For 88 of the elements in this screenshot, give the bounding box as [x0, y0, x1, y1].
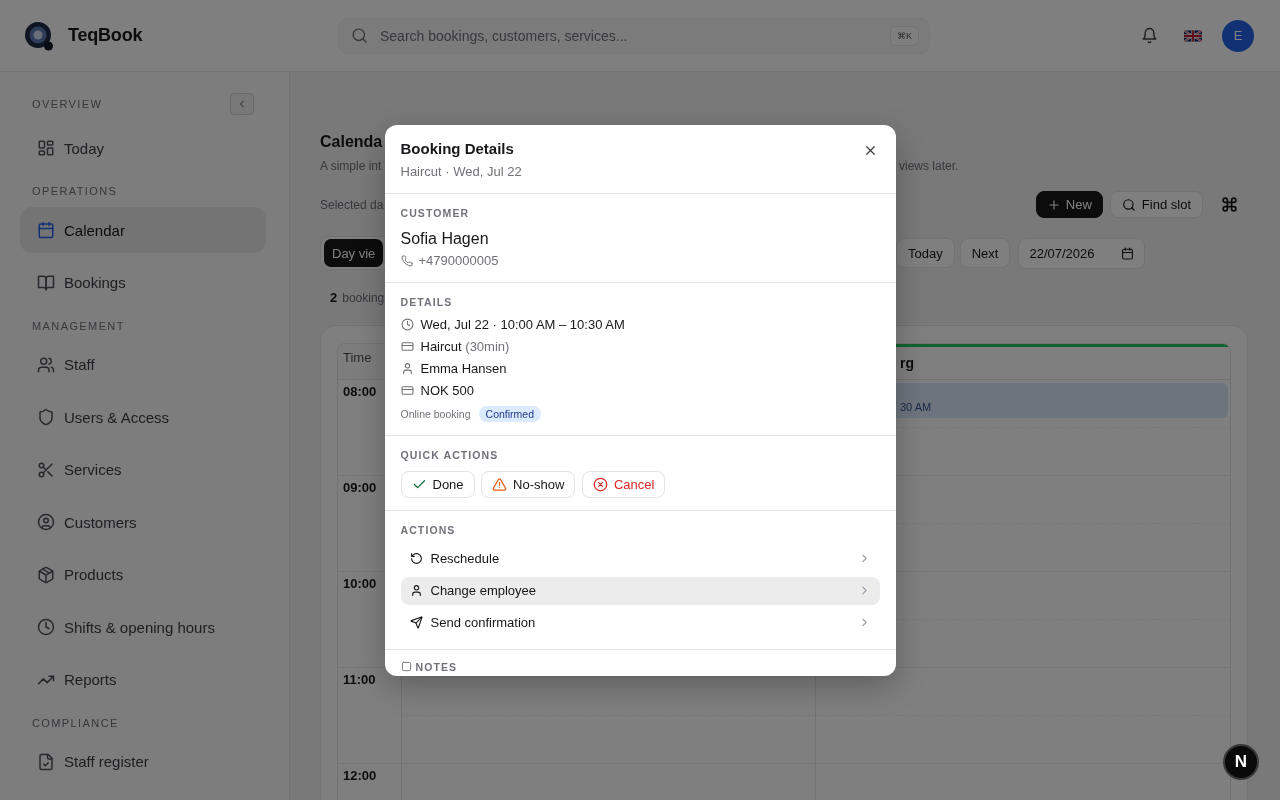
booking-count-label: booking: [342, 290, 385, 305]
sidebar-item[interactable]: Customers: [20, 499, 266, 545]
sidebar-item[interactable]: Today: [20, 125, 266, 171]
sidebar-item[interactable]: Staff register: [20, 738, 266, 785]
section-label: DETAILS: [400, 295, 454, 308]
nav-button[interactable]: Next: [959, 238, 1011, 268]
flag-icon[interactable]: [1184, 29, 1202, 42]
user-circle-icon: [37, 513, 55, 531]
section-label: OPERATIONS: [32, 184, 118, 198]
sidebar-item[interactable]: Shifts & opening hours: [20, 604, 266, 650]
search-icon: [351, 27, 368, 44]
nav-button[interactable]: Today: [896, 238, 955, 268]
no-show-button[interactable]: No-show: [481, 470, 576, 498]
brand-name: TeqBook: [68, 25, 143, 46]
shield-icon: [37, 408, 55, 426]
section-label: NOTES: [415, 660, 458, 673]
find-slot-button[interactable]: Find slot: [1109, 191, 1203, 218]
x-circle-icon: [592, 476, 608, 492]
section-label: CUSTOMER: [400, 206, 471, 219]
cancel-button[interactable]: Cancel: [581, 470, 666, 498]
action-item[interactable]: Change employee: [400, 576, 880, 605]
sidebar-item[interactable]: Reports: [20, 656, 266, 703]
calendar-icon: [1121, 246, 1135, 260]
hour-label: 11:00: [343, 672, 376, 687]
clock-icon: [400, 318, 414, 331]
sidebar-item[interactable]: Staff: [20, 341, 266, 388]
rotate-icon: [409, 552, 423, 565]
page-description: A simple int: [320, 158, 383, 175]
done-button[interactable]: Done: [400, 470, 475, 498]
sidebar-item[interactable]: Users & Access: [20, 394, 266, 440]
section-label: QUICK ACTIONS: [400, 448, 500, 461]
selected-date-label: Selected da: [320, 196, 385, 214]
scissors-icon: [37, 460, 55, 479]
detail-text: Emma Hansen: [420, 361, 507, 376]
section-label: MANAGEMENT: [32, 318, 125, 333]
detail-text: NOK 500: [420, 383, 474, 398]
person-icon: [409, 584, 423, 597]
card-icon: [400, 340, 414, 353]
sidebar-item[interactable]: Bookings: [20, 259, 266, 306]
search-field[interactable]: Search bookings, customers, services... ⌘K: [338, 17, 930, 54]
document-check-icon: [37, 752, 55, 771]
dashboard-grid-icon: [37, 139, 55, 157]
hour-label: 10:00: [343, 576, 377, 591]
dialog-title: Booking Details: [400, 138, 514, 159]
person-icon: [400, 362, 414, 375]
open-book-icon: [37, 273, 55, 292]
status-badge: Confirmed: [478, 405, 541, 422]
customer-name: Sofia Hagen: [400, 228, 490, 249]
bell-icon[interactable]: [1141, 27, 1158, 44]
command-icon[interactable]: [1221, 196, 1238, 213]
column-name: rg: [900, 355, 914, 371]
hour-label: 12:00: [343, 768, 377, 783]
section-label: COMPLIANCE: [32, 715, 119, 730]
card-icon: [400, 384, 414, 397]
action-item[interactable]: Reschedule: [400, 544, 880, 573]
sidebar-item[interactable]: Services: [20, 446, 266, 493]
sidebar-item[interactable]: Products: [20, 551, 266, 598]
dialog-subtitle: Haircut · Wed, Jul 22: [400, 162, 522, 181]
calendar-icon: [37, 221, 55, 239]
section-label: OVERVIEW: [32, 97, 103, 111]
box-icon: [37, 565, 55, 584]
phone-icon: [400, 254, 413, 267]
new-button[interactable]: New: [1035, 191, 1103, 218]
booking-count: 2: [330, 290, 338, 305]
hour-label: 08:00: [343, 384, 377, 399]
plus-icon: [1046, 197, 1061, 212]
detail-text: Wed, Jul 22 · 10:00 AM – 10:30 AM: [420, 317, 625, 332]
shortcut-key: ⌘K: [890, 25, 919, 46]
action-item[interactable]: Send confirmation: [400, 608, 880, 637]
people-icon: [37, 355, 55, 374]
square-icon: [400, 661, 412, 672]
clock-icon: [37, 618, 55, 636]
send-icon: [409, 616, 423, 629]
page-description: views later.: [898, 158, 960, 175]
detail-text: Haircut (30min): [420, 339, 510, 354]
search-icon: [1121, 197, 1136, 212]
time-column-header: Time: [343, 350, 372, 365]
hour-label: 09:00: [343, 480, 377, 495]
view-tab[interactable]: Day vie: [324, 239, 384, 267]
logo-icon: [24, 20, 54, 51]
booking-source: Online booking: [400, 407, 471, 420]
date-field[interactable]: 22/07/2026: [1018, 237, 1146, 269]
page-title: Calenda: [320, 132, 384, 152]
sidebar-item[interactable]: Calendar: [20, 207, 266, 253]
warning-icon: [492, 476, 508, 492]
customer-phone: +4790000005: [418, 251, 499, 270]
avatar[interactable]: E: [1222, 19, 1254, 52]
section-label: ACTIONS: [400, 523, 457, 536]
